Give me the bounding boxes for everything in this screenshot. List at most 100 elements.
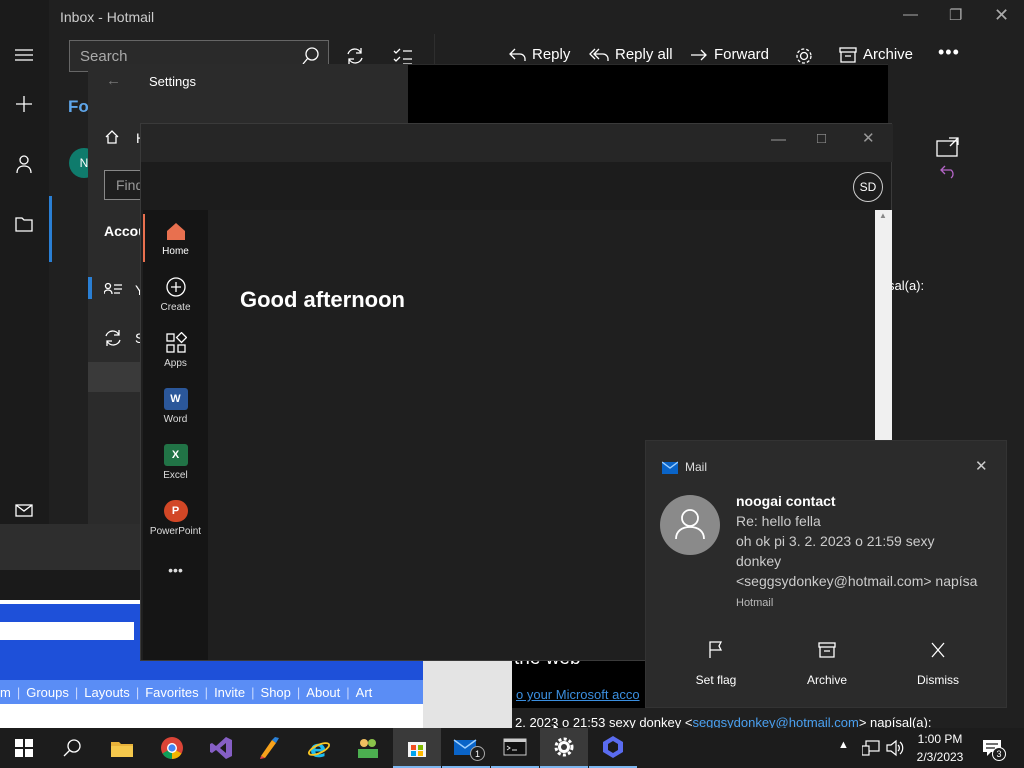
rail-apps[interactable]: Apps [143, 332, 208, 369]
nav-link-m[interactable]: m [0, 685, 11, 700]
background-window-strip [0, 524, 140, 570]
account-person-icon[interactable] [14, 154, 34, 174]
taskbar: e 1 ▲ 1:00 PM 2/3/2023 3 [0, 728, 1024, 768]
close-button[interactable]: ✕ [994, 5, 1009, 26]
notification-count-badge: 3 [992, 747, 1006, 761]
settings-gear-icon[interactable] [794, 46, 814, 66]
rail-more-icon[interactable]: ••• [143, 562, 208, 578]
find-setting-input[interactable]: Find [104, 170, 144, 200]
show-hidden-icons-chevron-icon[interactable]: ▲ [838, 739, 849, 751]
network-icon[interactable] [862, 740, 880, 756]
start-windows-icon[interactable] [0, 728, 48, 768]
nav-link-about[interactable]: About [306, 685, 340, 700]
clock-time[interactable]: 1:00 PM [912, 732, 968, 746]
internet-explorer-icon[interactable]: e [295, 728, 343, 768]
minimize-button[interactable]: — [903, 6, 918, 23]
office-titlebar: — □ ✕ [141, 124, 893, 162]
browser-header-band [0, 604, 140, 680]
settings-content-area [408, 65, 888, 123]
forward-button[interactable]: Forward [690, 46, 769, 63]
new-mail-plus-icon[interactable] [14, 94, 34, 114]
toast-app-name: Mail [685, 460, 708, 474]
nav-link-shop[interactable]: Shop [261, 685, 291, 700]
popout-icon[interactable] [936, 137, 960, 157]
settings-home-icon[interactable] [104, 129, 120, 145]
paint-app-icon[interactable] [246, 728, 294, 768]
scroll-up-arrow-icon[interactable]: ▲ [879, 211, 887, 220]
taskbar-search-icon[interactable] [48, 728, 96, 768]
undo-arrow-icon[interactable] [940, 164, 958, 180]
user-avatar[interactable]: SD [853, 172, 883, 202]
people-app-icon[interactable] [344, 728, 392, 768]
toast-dismiss-button[interactable]: Dismiss [888, 641, 988, 687]
nav-link-favorites[interactable]: Favorites [145, 685, 198, 700]
rail-word[interactable]: W Word [143, 388, 208, 425]
nav-hover-item[interactable] [88, 362, 140, 392]
rail-create[interactable]: Create [143, 276, 208, 313]
nav-link-invite[interactable]: Invite [214, 685, 245, 700]
toast-sender: noogai contact [736, 493, 836, 509]
nav-separator: | [251, 684, 255, 700]
sync-icon[interactable] [345, 46, 365, 66]
ms-account-link-fragment[interactable]: o your Microsoft acco [516, 687, 640, 702]
toast-close-icon[interactable]: ✕ [975, 457, 988, 475]
sync-settings-icon[interactable] [104, 329, 122, 347]
action-center-icon[interactable]: 3 [982, 739, 1006, 761]
more-options-icon[interactable]: ••• [938, 42, 960, 63]
clock-date[interactable]: 2/3/2023 [912, 750, 968, 764]
reply-icon [509, 48, 526, 61]
search-icon[interactable] [302, 47, 320, 65]
office-scrollbar[interactable]: ▲ [875, 210, 892, 440]
command-prompt-icon[interactable] [491, 728, 539, 768]
mail-toast-notification[interactable]: Mail ✕ noogai contact Re: hello fella oh… [645, 440, 1007, 708]
greeting-heading: Good afternoon [240, 287, 405, 312]
sender-avatar-icon [660, 495, 720, 555]
volume-icon[interactable] [886, 739, 904, 757]
toast-preview-line3: <seggsydonkey@hotmail.com> napísa [736, 573, 978, 589]
mail-envelope-icon[interactable] [14, 502, 34, 520]
your-info-icon[interactable] [104, 281, 122, 295]
office-maximize-button[interactable]: □ [817, 130, 826, 147]
body-napisal-fragment: sal(a): [888, 278, 925, 293]
toast-subject: Re: hello fella [736, 513, 821, 529]
quote-email-link[interactable]: seggsydonkey@hotmail.com [692, 715, 858, 728]
quote-suffix: > napísal(a): [858, 715, 932, 728]
mail-app-icon [662, 461, 678, 474]
archive-box-icon [839, 46, 857, 63]
toast-archive-button[interactable]: Archive [777, 641, 877, 687]
focused-tab[interactable]: Fo [68, 97, 89, 117]
file-explorer-icon[interactable] [98, 728, 146, 768]
mail-taskbar-icon[interactable]: 1 [442, 728, 490, 768]
folder-icon[interactable] [14, 214, 34, 234]
nav-link-art[interactable]: Art [356, 685, 373, 700]
flag-icon [709, 641, 723, 658]
forward-arrow-icon [691, 49, 707, 60]
office-taskbar-icon[interactable] [589, 728, 637, 768]
microsoft-store-icon[interactable] [393, 728, 441, 768]
hamburger-menu-icon[interactable] [14, 46, 34, 64]
nav-separator: | [16, 684, 21, 700]
rail-home-label: Home [162, 246, 189, 257]
reply-all-button[interactable]: Reply all [589, 46, 673, 63]
chrome-icon[interactable] [148, 728, 196, 768]
rail-powerpoint-label: PowerPoint [149, 526, 202, 537]
quoted-line: 2. 2023 o 21:53 sexy donkey <seggsydonke… [512, 708, 1024, 728]
rail-excel[interactable]: X Excel [143, 444, 208, 481]
office-minimize-button[interactable]: — [771, 131, 786, 148]
nav-link-groups[interactable]: Groups [26, 685, 69, 700]
nav-selected-bar [88, 277, 92, 299]
nav-link-layouts[interactable]: Layouts [84, 685, 130, 700]
toast-set-flag-button[interactable]: Set flag [666, 641, 766, 687]
browser-search-bar[interactable] [0, 622, 134, 640]
archive-button[interactable]: Archive [839, 46, 913, 63]
rail-powerpoint[interactable]: P PowerPoint [143, 500, 208, 537]
reply-button[interactable]: Reply [508, 46, 570, 63]
back-arrow-icon[interactable]: ← [106, 72, 121, 89]
forward-label: Forward [714, 46, 770, 63]
restore-button[interactable]: ❐ [949, 6, 962, 24]
rail-home[interactable]: Home [143, 220, 208, 257]
visual-studio-icon[interactable] [197, 728, 245, 768]
settings-taskbar-icon[interactable] [540, 728, 588, 768]
selection-mode-icon[interactable] [393, 46, 413, 66]
office-close-button[interactable]: ✕ [862, 129, 875, 147]
